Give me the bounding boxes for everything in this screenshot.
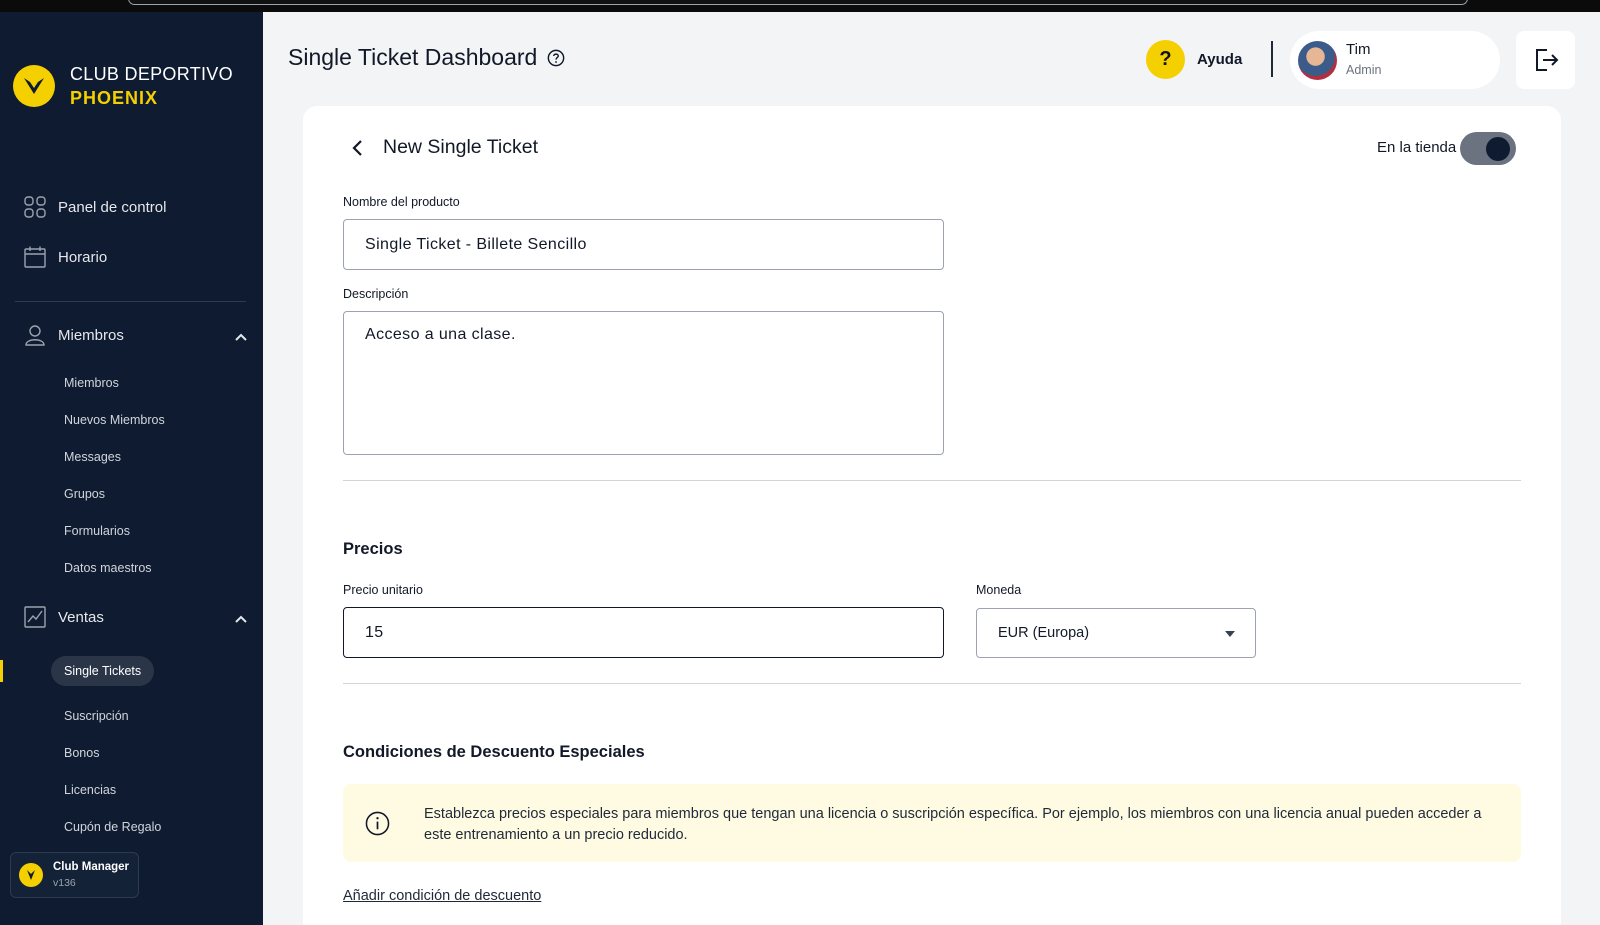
sidebar-item-formularios[interactable]: Formularios <box>64 524 130 538</box>
discount-info-box: Establezca precios especiales para miemb… <box>343 784 1521 862</box>
app-name: Club Manager <box>53 861 130 873</box>
nav-label: Ventas <box>58 608 104 626</box>
nav-panel-de-control[interactable]: Panel de control <box>24 196 166 218</box>
description-textarea[interactable]: Acceso a una clase. <box>343 311 944 455</box>
sidebar-item-messages[interactable]: Messages <box>64 450 121 464</box>
back-arrow-icon[interactable] <box>350 137 366 159</box>
form-title: New Single Ticket <box>383 136 538 158</box>
logout-icon <box>1535 49 1558 71</box>
store-toggle[interactable] <box>1460 132 1516 165</box>
page-title: Single Ticket Dashboard <box>288 44 565 71</box>
sidebar: CLUB DEPORTIVO PHOENIX Panel de control … <box>0 12 263 925</box>
page-title-text: Single Ticket Dashboard <box>288 44 538 70</box>
question-mark-icon: ? <box>1146 40 1185 79</box>
help-label: Ayuda <box>1197 51 1243 68</box>
calendar-icon <box>24 246 46 268</box>
app-version: v136 <box>53 877 76 889</box>
description-label: Descripción <box>343 287 409 301</box>
brand-line-2: PHOENIX <box>70 88 159 108</box>
product-name-label: Nombre del producto <box>343 195 460 209</box>
toggle-knob <box>1486 137 1510 161</box>
nav-ventas[interactable]: Ventas <box>24 606 104 628</box>
unit-price-label: Precio unitario <box>343 583 423 597</box>
user-icon <box>24 324 46 346</box>
sidebar-item-datos-maestros[interactable]: Datos maestros <box>64 561 152 575</box>
unit-price-input[interactable] <box>343 607 944 658</box>
sidebar-item-licencias[interactable]: Licencias <box>64 783 116 797</box>
add-discount-condition-link[interactable]: Añadir condición de descuento <box>343 888 541 904</box>
nav-label: Panel de control <box>58 198 167 216</box>
active-nav-marker <box>0 660 3 682</box>
discount-section-title: Condiciones de Descuento Especiales <box>343 743 645 761</box>
club-manager-logo-icon <box>19 863 43 887</box>
user-menu[interactable]: Tim Admin <box>1290 31 1500 89</box>
chevron-up-icon[interactable] <box>234 330 248 344</box>
nav-horario[interactable]: Horario <box>24 246 107 268</box>
browser-url-bar[interactable] <box>128 0 1468 5</box>
sidebar-divider <box>15 301 246 302</box>
brand-line-1: CLUB DEPORTIVO <box>70 64 233 84</box>
user-name: Tim <box>1346 41 1371 58</box>
product-name-input[interactable] <box>343 219 944 270</box>
chart-line-icon <box>24 606 46 628</box>
sidebar-item-miembros[interactable]: Miembros <box>64 376 119 390</box>
nav-miembros[interactable]: Miembros <box>24 324 124 346</box>
nav-label: Miembros <box>58 326 124 344</box>
sidebar-item-nuevos-miembros[interactable]: Nuevos Miembros <box>64 413 165 427</box>
sidebar-item-cupon-de-regalo[interactable]: Cupón de Regalo <box>64 820 161 834</box>
logout-button[interactable] <box>1516 31 1575 89</box>
chevron-up-icon[interactable] <box>234 612 248 626</box>
currency-select[interactable]: EUR (Europa) <box>976 608 1256 658</box>
phoenix-logo-icon <box>13 65 55 107</box>
avatar <box>1298 40 1337 80</box>
dashboard-grid-icon <box>24 196 46 218</box>
sidebar-item-bonos[interactable]: Bonos <box>64 746 99 760</box>
currency-label: Moneda <box>976 583 1022 597</box>
nav-label: Horario <box>58 248 108 266</box>
club-manager-badge[interactable]: Club Manager v136 <box>10 852 139 898</box>
currency-value: EUR (Europa) <box>998 625 1090 641</box>
user-role: Admin <box>1346 63 1382 77</box>
section-divider <box>343 480 1521 481</box>
help-circle-icon[interactable] <box>547 49 565 67</box>
store-toggle-label: En la tienda <box>1377 139 1457 156</box>
pricing-section-title: Precios <box>343 540 403 558</box>
discount-info-text: Establezca precios especiales para miemb… <box>424 806 1482 843</box>
section-divider <box>343 683 1521 684</box>
info-icon <box>365 811 390 836</box>
sidebar-item-suscripcion[interactable]: Suscripción <box>64 709 129 723</box>
brand[interactable]: CLUB DEPORTIVO PHOENIX <box>13 62 233 110</box>
sidebar-item-grupos[interactable]: Grupos <box>64 487 105 501</box>
header-divider <box>1271 41 1273 77</box>
dropdown-caret-icon <box>1225 631 1235 637</box>
browser-top-strip <box>0 0 1600 12</box>
sidebar-item-single-tickets[interactable]: Single Tickets <box>51 656 155 686</box>
help-button[interactable]: ? Ayuda <box>1146 40 1242 79</box>
